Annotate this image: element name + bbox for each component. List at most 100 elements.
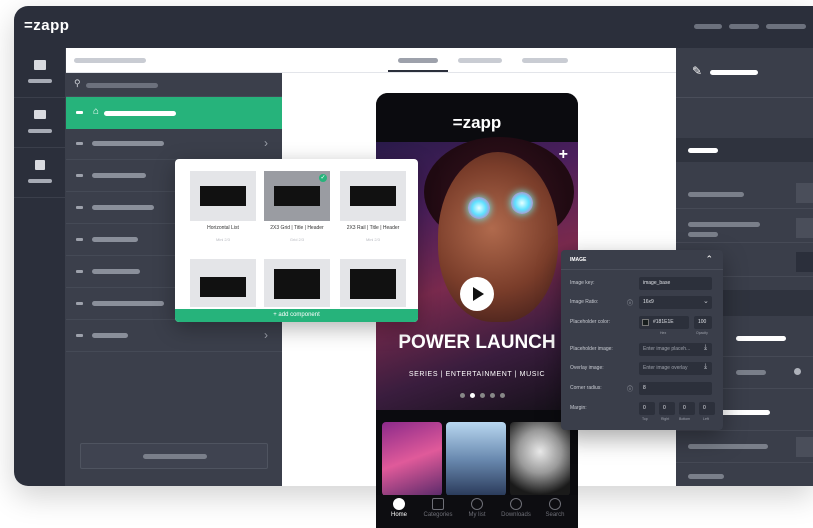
field-placeholder-image: Placeholder image: Enter image placeh...… [570, 343, 716, 357]
content-thumbnail[interactable] [446, 422, 506, 496]
tab-my-list[interactable]: My list [457, 498, 497, 518]
field-label: Overlay image: [570, 365, 604, 371]
top-bar: =zapp [14, 6, 813, 48]
rail-item-layout[interactable] [14, 48, 66, 98]
carousel-dot[interactable] [460, 393, 465, 398]
carousel-dot-active[interactable] [470, 393, 475, 398]
info-icon[interactable]: ⓘ [627, 384, 633, 393]
placeholder-color-input[interactable]: #181E1E [639, 316, 689, 329]
image-panel-header[interactable]: IMAGE ⌃ [561, 250, 723, 270]
tab-downloads[interactable]: Downloads [496, 498, 536, 518]
row-input[interactable] [796, 183, 813, 203]
sidebar-add-button[interactable] [80, 443, 268, 469]
tile-preview [350, 269, 396, 299]
toggle-knob[interactable] [794, 368, 801, 375]
topbar-menu-3[interactable] [766, 24, 806, 29]
color-swatch[interactable] [642, 319, 649, 326]
panel-title [710, 70, 758, 75]
tile-preview [350, 186, 396, 206]
row-input[interactable] [796, 252, 813, 272]
drag-handle-icon [76, 142, 83, 145]
drag-handle-icon [76, 206, 83, 209]
add-component-button[interactable]: + add component [175, 309, 418, 322]
field-placeholder-color: Placeholder color: #181E1E 100 Hex Opaci… [570, 316, 716, 335]
tab-home[interactable]: Home [379, 498, 419, 518]
image-key-input[interactable]: image_base [639, 277, 712, 290]
component-tile[interactable] [340, 259, 406, 307]
topbar-menu-1[interactable] [694, 24, 722, 29]
sidebar-item-label [92, 205, 154, 210]
opacity-input[interactable]: 100 [694, 316, 712, 329]
image-ratio-select[interactable]: 16x9 [639, 296, 712, 309]
topbar-menu-2[interactable] [729, 24, 759, 29]
row-label [688, 474, 724, 479]
sub-toolbar [66, 48, 676, 73]
carousel-dots[interactable] [460, 393, 505, 399]
search-input[interactable] [86, 83, 158, 88]
panel-row[interactable] [676, 464, 813, 486]
field-corner-radius: Corner radius: ⓘ 8 [570, 382, 716, 396]
icon-rail [14, 48, 66, 486]
tab-search[interactable]: Search [535, 498, 575, 518]
color-hex-value: #181E1E [653, 319, 674, 325]
carousel-dot[interactable] [500, 393, 505, 398]
tile-preview [274, 269, 320, 299]
component-tile[interactable] [340, 171, 406, 221]
add-icon[interactable]: + [559, 146, 568, 164]
panel-row[interactable] [676, 432, 813, 463]
placeholder-image-input[interactable]: Enter image placeh... [639, 343, 712, 356]
margin-bottom-input[interactable]: 0 [679, 402, 695, 415]
carousel-dot[interactable] [480, 393, 485, 398]
tab-label: Search [545, 512, 565, 518]
carousel-dot[interactable] [490, 393, 495, 398]
phone-logo-text: zapp [462, 113, 502, 132]
field-label: Image Ratio: [570, 299, 599, 305]
corner-radius-input[interactable]: 8 [639, 382, 712, 395]
sidebar-item[interactable]: › [66, 321, 282, 352]
breadcrumb[interactable] [74, 58, 146, 63]
tile-sublabel: Mini 2/3 [365, 237, 380, 242]
rail-item-analytics[interactable] [14, 148, 66, 198]
component-tile[interactable] [190, 171, 256, 221]
sidebar-item-label [92, 269, 140, 274]
row-input[interactable] [796, 218, 813, 238]
hero-face [438, 152, 558, 322]
sidebar-search[interactable]: ⚲ [66, 73, 282, 97]
tile-preview [274, 186, 320, 206]
panel-title: IMAGE [570, 257, 587, 263]
row-label [720, 410, 770, 415]
upload-icon[interactable]: ⤓ [704, 344, 707, 352]
button-label [143, 454, 207, 459]
field-label: Image key: [570, 280, 595, 286]
content-thumbnail[interactable] [382, 422, 442, 496]
panel-row[interactable] [676, 212, 813, 243]
panel-row[interactable] [676, 178, 813, 209]
component-picker: ✓ Horizontal List 2X3 Grid | Title | Hea… [175, 159, 418, 322]
sidebar-item-label [92, 237, 138, 242]
panel-section-header[interactable] [676, 138, 813, 162]
margin-left-input[interactable]: 0 [699, 402, 715, 415]
play-button[interactable] [460, 277, 494, 311]
rail-item-folder[interactable] [14, 98, 66, 148]
chevron-up-icon[interactable]: ⌃ [705, 254, 713, 265]
component-tile[interactable] [190, 259, 256, 307]
tab-3[interactable] [522, 58, 568, 63]
row-input[interactable] [796, 437, 813, 457]
margin-right-input[interactable]: 0 [659, 402, 675, 415]
tab-categories[interactable]: Categories [418, 498, 458, 518]
rail-label [28, 179, 52, 183]
tab-screen[interactable] [398, 58, 438, 63]
field-margin: Margin: 0 0 0 0 Top Right Bottom Left [570, 402, 716, 421]
sidebar-item[interactable]: › [66, 129, 282, 160]
panel-header: ✎ [676, 48, 813, 98]
margin-top-input[interactable]: 0 [639, 402, 655, 415]
component-tile-selected[interactable]: ✓ [264, 171, 330, 221]
sidebar-item-home[interactable]: ⌂ [66, 97, 282, 129]
info-icon[interactable]: ⓘ [627, 298, 633, 307]
chevron-right-icon: › [264, 328, 268, 342]
tab-2[interactable] [458, 58, 502, 63]
content-thumbnail[interactable] [510, 422, 570, 496]
overlay-image-input[interactable]: Enter image overlay [639, 362, 712, 375]
component-tile[interactable] [264, 259, 330, 307]
upload-icon[interactable]: ⤓ [704, 363, 707, 371]
